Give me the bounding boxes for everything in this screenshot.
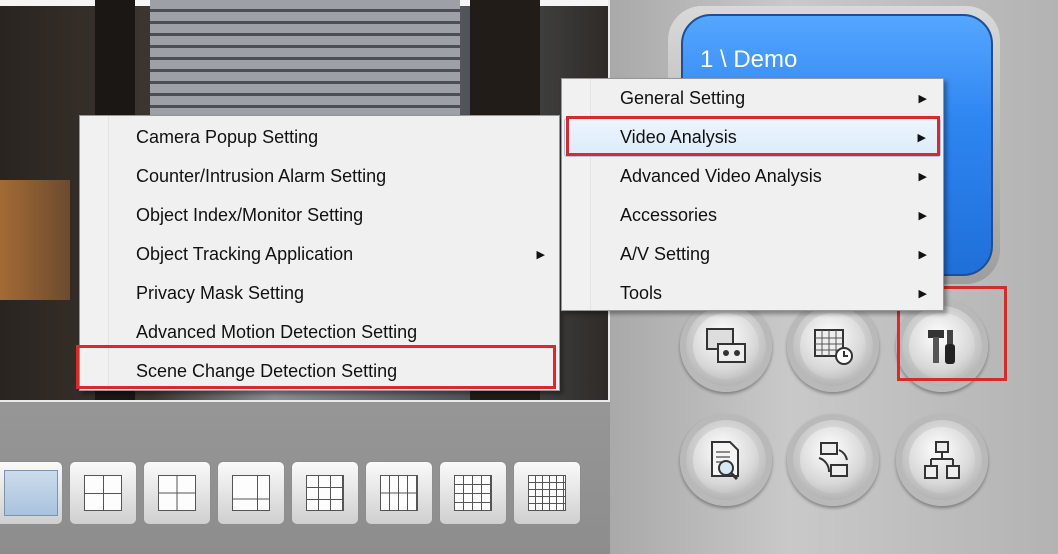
layout-1plus12-icon [454, 475, 492, 511]
layout-1plus5-button[interactable] [217, 461, 285, 525]
layout-4x4-button[interactable] [513, 461, 581, 525]
layout-1plus5-icon [232, 475, 270, 511]
layout-1plus12-button[interactable] [439, 461, 507, 525]
layout-toolbar [0, 458, 581, 528]
video-analysis-submenu: Camera Popup Setting Counter/Intrusion A… [79, 115, 560, 391]
playback-icon [706, 328, 746, 363]
layout-1plus7-button[interactable] [365, 461, 433, 525]
window-blinds [150, 0, 460, 120]
video-object [0, 180, 70, 300]
layout-4x4-icon [528, 475, 566, 511]
layout-single-button[interactable] [0, 461, 63, 525]
menu-item-object-index[interactable]: Object Index/Monitor Setting [80, 196, 559, 235]
menu-item-accessories[interactable]: Accessories ▶ [564, 196, 941, 235]
network-icon [924, 441, 960, 479]
menu-item-counter-intrusion[interactable]: Counter/Intrusion Alarm Setting [80, 157, 559, 196]
menu-item-av-setting[interactable]: A/V Setting ▶ [564, 235, 941, 274]
layout-2x2-button[interactable] [69, 461, 137, 525]
layout-3x3-button[interactable] [291, 461, 359, 525]
configure-icon [928, 330, 955, 364]
menu-item-advanced-video-analysis[interactable]: Advanced Video Analysis ▶ [564, 157, 941, 196]
network-button[interactable] [896, 414, 988, 506]
menu-item-camera-popup[interactable]: Camera Popup Setting [80, 118, 559, 157]
submenu-arrow-icon: ▶ [918, 210, 927, 222]
menu-item-tools[interactable]: Tools ▶ [564, 274, 941, 313]
layout-1plus7-icon [380, 475, 418, 511]
menu-item-general-setting[interactable]: General Setting ▶ [564, 79, 941, 118]
menu-item-object-tracking[interactable]: Object Tracking Application ▶ [80, 235, 559, 274]
configure-button[interactable] [896, 300, 988, 392]
network-backup-button[interactable] [787, 414, 879, 506]
submenu-arrow-icon: ▶ [536, 249, 545, 261]
schedule-button[interactable] [787, 300, 879, 392]
search-log-button[interactable] [680, 414, 772, 506]
camera-name-label: 1 \ Demo [700, 46, 798, 73]
playback-button[interactable] [680, 300, 772, 392]
submenu-arrow-icon: ▶ [918, 171, 927, 183]
submenu-arrow-icon: ▶ [918, 93, 927, 105]
layout-2x2-alt-button[interactable] [143, 461, 211, 525]
menu-item-privacy-mask[interactable]: Privacy Mask Setting [80, 274, 559, 313]
menu-item-advanced-motion[interactable]: Advanced Motion Detection Setting [80, 313, 559, 352]
submenu-arrow-icon: ▶ [917, 132, 926, 144]
layout-2x2-icon [84, 475, 122, 511]
submenu-arrow-icon: ▶ [918, 249, 927, 261]
search-log-icon [711, 441, 739, 481]
submenu-arrow-icon: ▶ [918, 288, 927, 300]
layout-2x2-alt-icon [158, 475, 196, 511]
menu-item-scene-change[interactable]: Scene Change Detection Setting [80, 352, 559, 391]
layout-3x3-icon [306, 475, 344, 511]
menu-item-video-analysis[interactable]: Video Analysis ▶ [564, 118, 941, 157]
layout-single-icon [4, 470, 58, 516]
schedule-icon [814, 329, 853, 365]
main-context-menu: General Setting ▶ Video Analysis ▶ Advance… [561, 78, 944, 311]
network-backup-icon [818, 442, 848, 477]
